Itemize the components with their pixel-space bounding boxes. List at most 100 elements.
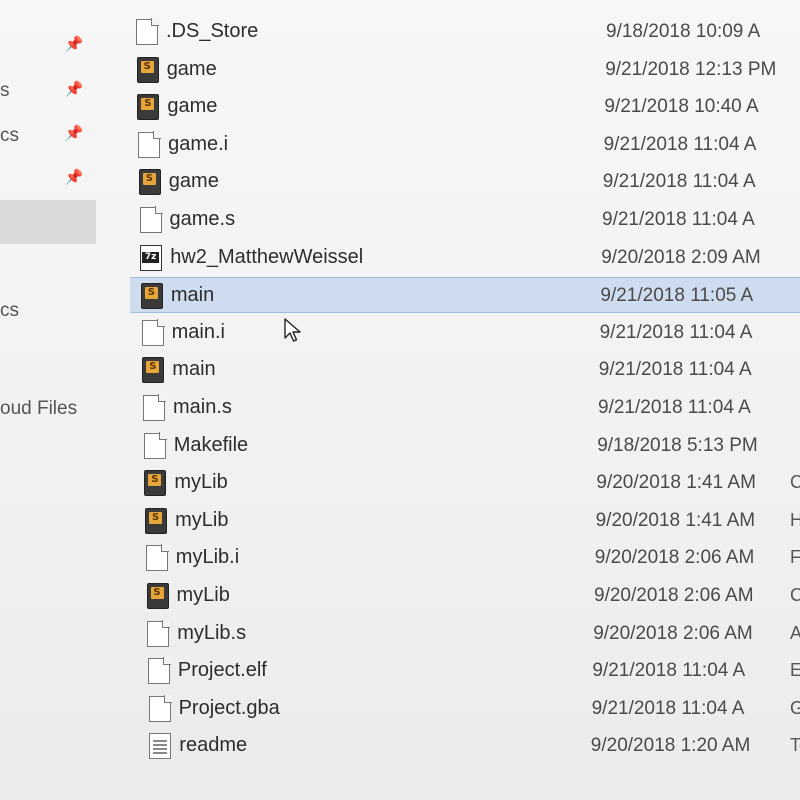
file-date-modified: 9/20/2018 1:41 AM xyxy=(596,472,756,494)
file-row[interactable]: Smain 9/21/2018 11:05 A xyxy=(130,277,800,314)
nav-item-label[interactable]: cs xyxy=(0,125,19,147)
blank-file-icon xyxy=(143,431,167,459)
file-date-modified: 9/21/2018 11:04 A xyxy=(602,171,756,193)
file-date-modified: 9/20/2018 2:09 AM xyxy=(601,246,761,268)
file-name[interactable]: Project.gba xyxy=(179,697,280,720)
file-name[interactable]: game.i xyxy=(168,133,228,156)
assembly-file-icon: S xyxy=(137,94,160,121)
assembly-file-icon: S xyxy=(138,169,161,196)
file-name[interactable]: myLib.i xyxy=(176,546,239,569)
pin-icon[interactable]: 📌 xyxy=(64,80,84,100)
blank-file-icon xyxy=(147,657,171,685)
nav-item-label[interactable]: cs xyxy=(0,300,19,322)
file-type: Te xyxy=(790,735,800,756)
file-row[interactable]: Project.gba 9/21/2018 11:04 A G xyxy=(130,691,800,727)
file-row[interactable]: 7z hw2_MatthewWeissel 9/20/2018 2:09 AM xyxy=(130,240,800,276)
file-type: C xyxy=(790,472,800,493)
navigation-pane: 📌 📌 📌 📌 s cs cs oud Files xyxy=(0,0,118,800)
blank-file-icon xyxy=(136,18,159,45)
pin-icon[interactable]: 📌 xyxy=(64,124,84,144)
file-name[interactable]: Makefile xyxy=(174,434,248,457)
file-date-modified: 9/21/2018 11:04 A xyxy=(598,397,751,418)
assembly-file-icon: S xyxy=(145,507,168,534)
file-date-modified: 9/21/2018 11:04 A xyxy=(602,209,755,230)
file-date-modified: 9/20/2018 2:06 AM xyxy=(594,585,754,606)
file-date-modified: 9/21/2018 11:04 A xyxy=(591,697,745,719)
file-name[interactable]: .DS_Store xyxy=(166,20,258,43)
file-name[interactable]: Project.elf xyxy=(178,659,267,682)
file-name[interactable]: myLib.s xyxy=(177,622,246,645)
assembly-file-icon: S xyxy=(144,470,167,497)
pin-icon[interactable]: 📌 xyxy=(64,35,84,55)
assembly-file-icon: S xyxy=(146,583,169,609)
file-date-modified: 9/18/2018 10:09 A xyxy=(606,21,761,42)
file-row[interactable]: Sgame 9/21/2018 10:40 A xyxy=(130,89,800,125)
file-date-modified: 9/21/2018 11:04 A xyxy=(598,359,752,381)
file-row[interactable]: SmyLib 9/20/2018 1:41 AM H xyxy=(130,503,800,539)
file-type: G xyxy=(790,697,800,718)
file-name[interactable]: hw2_MatthewWeissel xyxy=(170,246,363,269)
file-list: .DS_Store 9/18/2018 10:09 A Sgame 9/21/2018… xyxy=(130,0,800,800)
file-date-modified: 9/20/2018 2:06 AM xyxy=(593,622,753,644)
nav-item-selected[interactable] xyxy=(0,200,96,244)
file-row[interactable]: Sgame 9/21/2018 12:13 PM xyxy=(130,52,800,88)
file-name[interactable]: myLib xyxy=(175,509,228,532)
file-date-modified: 9/21/2018 11:04 A xyxy=(592,660,746,682)
file-name[interactable]: main.i xyxy=(172,321,225,344)
file-row[interactable]: Sgame 9/21/2018 11:04 A xyxy=(130,164,800,200)
file-name[interactable]: main xyxy=(172,358,215,381)
file-row[interactable]: main.i 9/21/2018 11:04 A xyxy=(130,315,800,351)
file-date-modified: 9/21/2018 11:04 A xyxy=(603,133,757,155)
file-name[interactable]: game xyxy=(167,58,217,81)
assembly-file-icon: S xyxy=(140,283,163,310)
file-row[interactable]: SmyLib 9/20/2018 2:06 AM C xyxy=(130,578,800,614)
blank-file-icon xyxy=(147,619,171,647)
pin-icon[interactable]: 📌 xyxy=(64,168,84,188)
file-row[interactable]: Makefile 9/18/2018 5:13 PM xyxy=(130,428,800,464)
file-date-modified: 9/21/2018 11:04 A xyxy=(599,321,753,343)
file-date-modified: 9/21/2018 10:40 A xyxy=(604,96,759,118)
blank-file-icon xyxy=(148,694,172,722)
file-type: A xyxy=(790,622,800,643)
file-row[interactable]: game.i 9/21/2018 11:04 A xyxy=(130,127,800,163)
file-date-modified: 9/20/2018 1:41 AM xyxy=(595,509,756,531)
file-row[interactable]: Project.elf 9/21/2018 11:04 A E xyxy=(130,653,800,689)
file-name[interactable]: myLib xyxy=(177,584,230,607)
file-name[interactable]: myLib xyxy=(174,471,227,494)
file-row[interactable]: game.s 9/21/2018 11:04 A xyxy=(130,202,800,238)
7z-archive-icon: 7z xyxy=(140,244,163,271)
file-row[interactable]: readme 9/20/2018 1:20 AM Te xyxy=(130,728,800,764)
blank-file-icon xyxy=(145,544,169,572)
file-row[interactable]: SmyLib 9/20/2018 1:41 AM C xyxy=(130,465,800,501)
mouse-pointer-icon xyxy=(284,318,301,342)
file-name[interactable]: main xyxy=(171,284,214,307)
file-row[interactable]: myLib.s 9/20/2018 2:06 AM A xyxy=(130,616,800,652)
file-explorer-window: 📌 📌 📌 📌 s cs cs oud Files .DS_Store 9/18/… xyxy=(0,0,800,800)
blank-file-icon xyxy=(138,130,162,158)
nav-item-label[interactable]: s xyxy=(0,80,10,102)
nav-item-cloud-files[interactable]: oud Files xyxy=(0,398,77,420)
file-row[interactable]: .DS_Store 9/18/2018 10:09 A xyxy=(130,14,800,50)
file-date-modified: 9/20/2018 1:20 AM xyxy=(590,735,751,757)
file-row[interactable]: Smain 9/21/2018 11:04 A xyxy=(130,352,800,388)
file-date-modified: 9/18/2018 5:13 PM xyxy=(597,434,758,456)
file-name[interactable]: main.s xyxy=(173,396,232,419)
file-name[interactable]: readme xyxy=(179,734,247,757)
file-name[interactable]: game xyxy=(167,95,217,118)
assembly-file-icon: S xyxy=(136,56,159,83)
file-row[interactable]: main.s 9/21/2018 11:04 A xyxy=(130,390,800,426)
blank-file-icon xyxy=(139,206,163,233)
file-type: C xyxy=(790,585,800,605)
blank-file-icon xyxy=(143,394,166,421)
file-date-modified: 9/20/2018 2:06 AM xyxy=(594,547,755,569)
file-name[interactable]: game.s xyxy=(170,208,236,231)
file-type: E xyxy=(790,660,800,681)
file-date-modified: 9/21/2018 12:13 PM xyxy=(605,58,777,80)
text-file-icon xyxy=(149,733,172,760)
file-type: F xyxy=(790,547,800,568)
file-type: H xyxy=(790,509,800,530)
file-name[interactable]: game xyxy=(169,170,219,193)
file-row[interactable]: myLib.i 9/20/2018 2:06 AM F xyxy=(130,540,800,576)
blank-file-icon xyxy=(141,318,165,346)
file-date-modified: 9/21/2018 11:05 A xyxy=(600,285,754,307)
